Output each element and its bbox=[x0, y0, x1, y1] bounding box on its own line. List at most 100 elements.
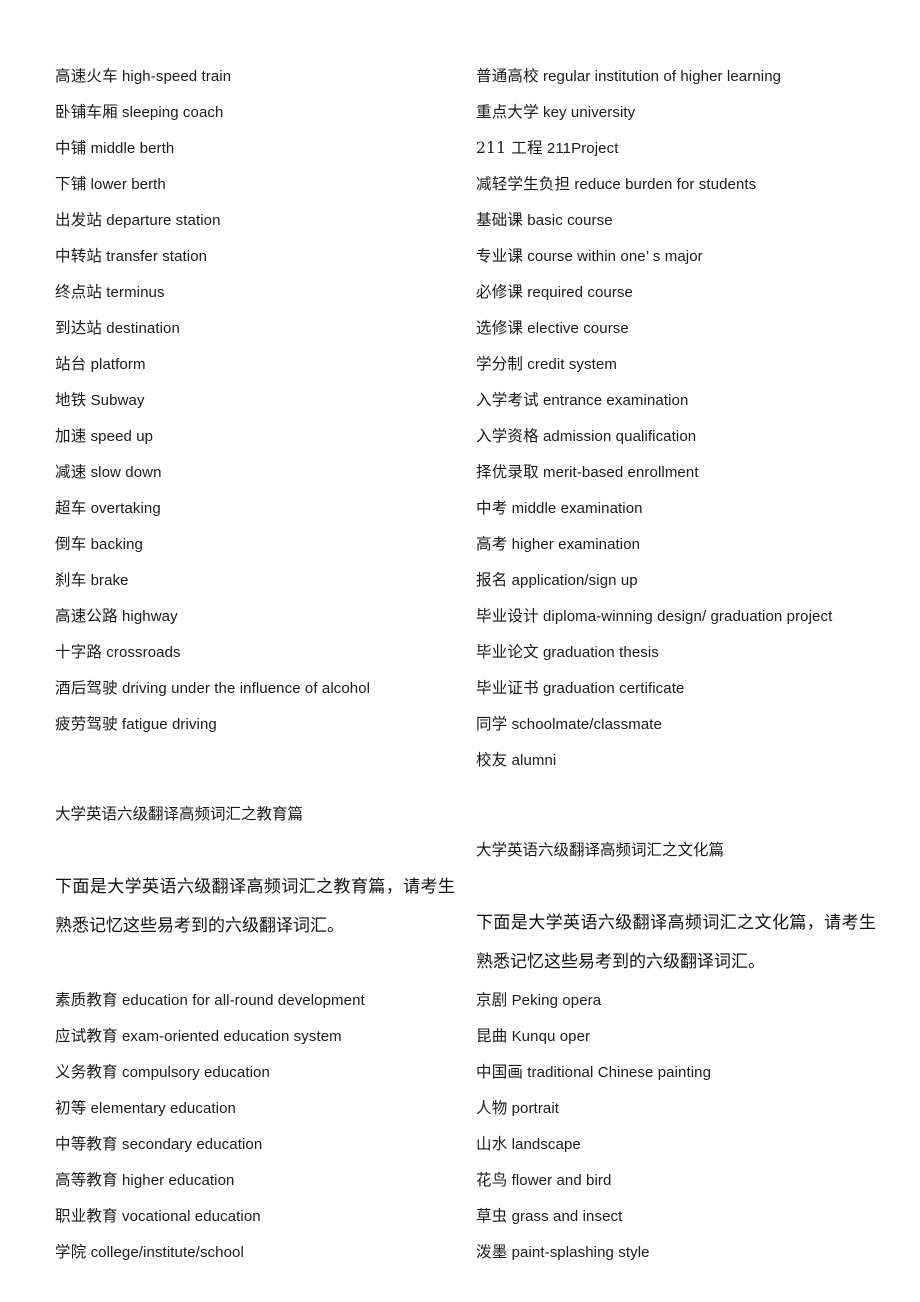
vocab-term-zh: 终点站 bbox=[55, 283, 103, 301]
vocab-gloss-en: college/institute/school bbox=[90, 1244, 244, 1261]
vocab-term-zh: 人物 bbox=[476, 1099, 508, 1117]
vocab-entry: 草虫 grass and insect bbox=[476, 1198, 896, 1234]
vocab-term-zh: 毕业设计 bbox=[476, 607, 539, 625]
vocab-gloss-en: grass and insect bbox=[511, 1208, 623, 1225]
vocab-entry: 择优录取 merit-based enrollment bbox=[476, 454, 896, 490]
vocab-entry: 基础课 basic course bbox=[476, 202, 896, 238]
transport-vocabulary-list: 高速火车 high-speed train 卧铺车厢 sleeping coac… bbox=[55, 58, 475, 742]
vocab-term-zh: 出发站 bbox=[55, 211, 103, 229]
vocab-term-zh: 初等 bbox=[55, 1099, 87, 1117]
left-intro-list-gap bbox=[55, 946, 475, 982]
vocab-gloss-en: lower berth bbox=[90, 176, 166, 193]
vocab-entry: 人物 portrait bbox=[476, 1090, 896, 1126]
vocab-entry: 山水 landscape bbox=[476, 1126, 896, 1162]
vocab-term-zh: 酒后驾驶 bbox=[55, 679, 118, 697]
vocab-gloss-en: elective course bbox=[527, 320, 629, 337]
left-section-gap bbox=[55, 742, 475, 796]
vocab-entry: 地铁 Subway bbox=[55, 382, 475, 418]
vocab-entry: 酒后驾驶 driving under the influence of alco… bbox=[55, 670, 475, 706]
vocab-gloss-en: middle examination bbox=[511, 500, 643, 517]
education-vocabulary-list-right: 普通高校 regular institution of higher learn… bbox=[476, 58, 896, 778]
vocab-term-zh: 择优录取 bbox=[476, 463, 539, 481]
vocab-term-zh: 入学资格 bbox=[476, 427, 539, 445]
vocab-entry: 减轻学生负担 reduce burden for students bbox=[476, 166, 896, 202]
vocab-gloss-en: elementary education bbox=[90, 1100, 237, 1117]
vocab-gloss-en: destination bbox=[106, 320, 180, 337]
vocab-term-zh: 减轻学生负担 bbox=[476, 175, 571, 193]
vocab-gloss-en: landscape bbox=[511, 1136, 581, 1153]
vocab-gloss-en: portrait bbox=[511, 1100, 560, 1117]
vocab-gloss-en: fatigue driving bbox=[121, 716, 217, 733]
vocab-gloss-en: vocational education bbox=[121, 1208, 261, 1225]
vocab-term-zh: 倒车 bbox=[55, 535, 87, 553]
vocab-term-zh: 必修课 bbox=[476, 283, 524, 301]
vocab-term-zh: 到达站 bbox=[55, 319, 103, 337]
vocab-term-zh: 中转站 bbox=[55, 247, 103, 265]
vocab-term-zh: 高等教育 bbox=[55, 1171, 118, 1189]
vocab-entry: 泼墨 paint-splashing style bbox=[476, 1234, 896, 1270]
vocab-gloss-en: basic course bbox=[527, 212, 613, 229]
vocab-term-zh: 重点大学 bbox=[476, 103, 539, 121]
vocab-term-zh: 刹车 bbox=[55, 571, 87, 589]
vocab-entry: 刹车 brake bbox=[55, 562, 475, 598]
document-page: 高速火车 high-speed train 卧铺车厢 sleeping coac… bbox=[0, 0, 920, 1302]
vocab-entry: 中铺 middle berth bbox=[55, 130, 475, 166]
vocab-gloss-en: backing bbox=[90, 536, 143, 553]
vocab-entry: 十字路 crossroads bbox=[55, 634, 475, 670]
vocab-gloss-en: terminus bbox=[106, 284, 165, 301]
vocab-term-zh: 入学考试 bbox=[476, 391, 539, 409]
vocab-entry: 到达站 destination bbox=[55, 310, 475, 346]
right-heading-intro-gap bbox=[476, 868, 896, 904]
vocab-entry: 倒车 backing bbox=[55, 526, 475, 562]
vocab-term-zh: 毕业论文 bbox=[476, 643, 539, 661]
vocab-entry: 职业教育 vocational education bbox=[55, 1198, 475, 1234]
culture-section-intro: 下面是大学英语六级翻译高频词汇之文化篇，请考生熟悉记忆这些易考到的六级翻译词汇。 bbox=[476, 913, 876, 972]
vocab-entry: 入学资格 admission qualification bbox=[476, 418, 896, 454]
vocab-term-zh: 职业教育 bbox=[55, 1207, 118, 1225]
vocab-term-zh: 高速火车 bbox=[55, 67, 118, 85]
vocab-entry: 终点站 terminus bbox=[55, 274, 475, 310]
vocab-gloss-en: higher examination bbox=[511, 536, 641, 553]
vocab-gloss-en: Kunqu oper bbox=[511, 1028, 591, 1045]
vocab-term-zh: 专业课 bbox=[476, 247, 524, 265]
vocab-gloss-en: Peking opera bbox=[511, 992, 602, 1009]
vocab-entry: 昆曲 Kunqu oper bbox=[476, 1018, 896, 1054]
left-heading-intro-gap bbox=[55, 832, 475, 868]
culture-section-heading: 大学英语六级翻译高频词汇之文化篇 bbox=[476, 841, 725, 859]
vocab-term-zh: 高速公路 bbox=[55, 607, 118, 625]
vocab-entry: 高速公路 highway bbox=[55, 598, 475, 634]
vocab-gloss-en: middle berth bbox=[90, 140, 175, 157]
vocab-gloss-en: brake bbox=[90, 572, 129, 589]
vocab-gloss-en: graduation certificate bbox=[542, 680, 685, 697]
vocab-entry: 疲劳驾驶 fatigue driving bbox=[55, 706, 475, 742]
vocab-term-zh: 卧铺车厢 bbox=[55, 103, 118, 121]
vocab-entry: 毕业证书 graduation certificate bbox=[476, 670, 896, 706]
vocab-entry: 京剧 Peking opera bbox=[476, 982, 896, 1018]
vocab-entry: 专业课 course within one’ s major bbox=[476, 238, 896, 274]
vocab-entry: 校友 alumni bbox=[476, 742, 896, 778]
vocab-term-zh: 减速 bbox=[55, 463, 87, 481]
education-section-intro: 下面是大学英语六级翻译高频词汇之教育篇，请考生熟悉记忆这些易考到的六级翻译词汇。 bbox=[55, 877, 455, 936]
right-section-gap bbox=[476, 778, 896, 832]
vocab-gloss-en: Subway bbox=[90, 392, 145, 409]
vocab-gloss-en: merit-based enrollment bbox=[542, 464, 699, 481]
vocab-entry: 减速 slow down bbox=[55, 454, 475, 490]
vocab-gloss-en: driving under the influence of alcohol bbox=[121, 680, 371, 697]
vocab-entry: 应试教育 exam-oriented education system bbox=[55, 1018, 475, 1054]
right-column-top-spacer bbox=[476, 0, 896, 58]
vocab-gloss-en: high-speed train bbox=[121, 68, 232, 85]
culture-vocabulary-list: 京剧 Peking opera 昆曲 Kunqu oper 中国画 tradit… bbox=[476, 982, 896, 1270]
right-column: 普通高校 regular institution of higher learn… bbox=[476, 0, 896, 1270]
vocab-entry: 同学 schoolmate/classmate bbox=[476, 706, 896, 742]
vocab-entry: 学院 college/institute/school bbox=[55, 1234, 475, 1270]
vocab-entry: 卧铺车厢 sleeping coach bbox=[55, 94, 475, 130]
vocab-gloss-en: slow down bbox=[90, 464, 162, 481]
education-section-heading: 大学英语六级翻译高频词汇之教育篇 bbox=[55, 805, 304, 823]
vocab-gloss-en: credit system bbox=[527, 356, 617, 373]
vocab-gloss-en: sleeping coach bbox=[121, 104, 224, 121]
vocab-entry: 高等教育 higher education bbox=[55, 1162, 475, 1198]
vocab-gloss-en: departure station bbox=[106, 212, 221, 229]
vocab-entry: 中国画 traditional Chinese painting bbox=[476, 1054, 896, 1090]
vocab-term-zh: 普通高校 bbox=[476, 67, 539, 85]
vocab-entry: 高考 higher examination bbox=[476, 526, 896, 562]
